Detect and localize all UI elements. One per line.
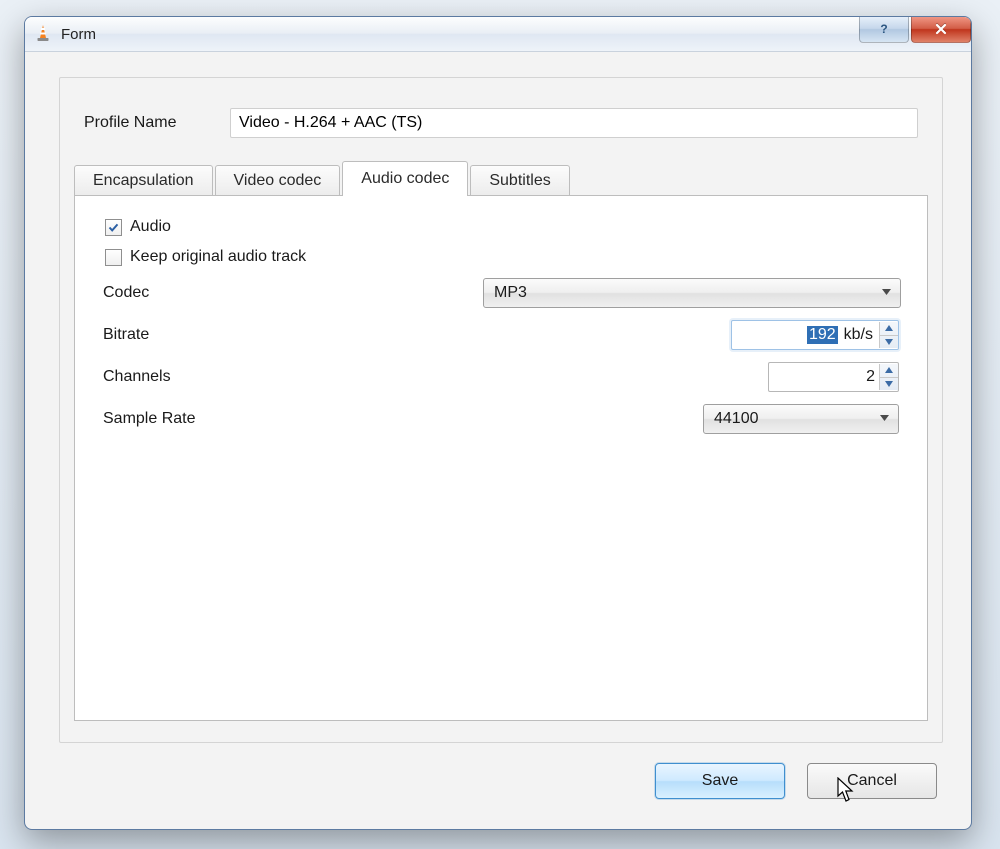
channels-step-up[interactable]	[880, 364, 898, 378]
keep-original-checkbox[interactable]	[105, 249, 122, 266]
save-button[interactable]: Save	[655, 763, 785, 799]
bitrate-unit: kb/s	[842, 326, 879, 344]
bitrate-step-down[interactable]	[880, 336, 898, 349]
profile-name-label: Profile Name	[84, 114, 214, 132]
tab-label: Video codec	[234, 172, 322, 190]
tab-row: Encapsulation Video codec Audio codec Su…	[74, 160, 928, 195]
vlc-cone-icon	[33, 24, 53, 44]
cancel-button[interactable]: Cancel	[807, 763, 937, 799]
bitrate-spinner[interactable]: 192 kb/s	[731, 320, 899, 350]
title-bar: Form ?	[25, 17, 971, 52]
sample-rate-dropdown[interactable]: 44100	[703, 404, 899, 434]
channels-label: Channels	[103, 368, 483, 386]
audio-enable-label: Audio	[130, 218, 171, 236]
codec-dropdown-value: MP3	[494, 284, 527, 302]
help-button[interactable]: ?	[859, 16, 909, 43]
chevron-down-icon	[879, 410, 890, 428]
tab-control: Encapsulation Video codec Audio codec Su…	[74, 160, 928, 721]
tab-label: Audio codec	[361, 170, 449, 188]
cancel-button-label: Cancel	[847, 772, 897, 790]
close-button[interactable]	[911, 16, 971, 43]
tab-label: Subtitles	[489, 172, 550, 190]
form-dialog-window: Form ? Profile Name Encapsulation	[24, 16, 972, 830]
tab-label: Encapsulation	[93, 172, 194, 190]
audio-enable-checkbox[interactable]	[105, 219, 122, 236]
sample-rate-value: 44100	[714, 410, 759, 428]
codec-label: Codec	[103, 284, 483, 302]
window-title: Form	[61, 26, 96, 43]
save-button-label: Save	[702, 772, 738, 790]
tab-audio-codec[interactable]: Audio codec	[342, 161, 468, 196]
client-area: Profile Name Encapsulation Video codec A…	[33, 57, 963, 821]
chevron-down-icon	[881, 284, 892, 302]
tab-video-codec[interactable]: Video codec	[215, 165, 341, 196]
tab-encapsulation[interactable]: Encapsulation	[74, 165, 213, 196]
keep-original-row: Keep original audio track	[105, 248, 903, 266]
tab-subtitles[interactable]: Subtitles	[470, 165, 569, 196]
audio-enable-row: Audio	[105, 218, 903, 236]
bitrate-label: Bitrate	[103, 326, 483, 344]
codec-row: Codec MP3	[103, 278, 899, 308]
profile-name-row: Profile Name	[62, 102, 940, 160]
bitrate-row: Bitrate 192 kb/s	[103, 320, 899, 350]
svg-text:?: ?	[880, 22, 887, 36]
channels-value: 2	[866, 368, 875, 386]
channels-row: Channels 2	[103, 362, 899, 392]
profile-name-input[interactable]	[230, 108, 918, 138]
bitrate-step-buttons[interactable]	[879, 322, 898, 348]
dialog-footer: Save Cancel	[655, 763, 937, 799]
content-frame: Profile Name Encapsulation Video codec A…	[59, 77, 943, 743]
window-caption-buttons: ?	[857, 16, 971, 42]
codec-dropdown[interactable]: MP3	[483, 278, 901, 308]
sample-rate-label: Sample Rate	[103, 410, 483, 428]
bitrate-step-up[interactable]	[880, 322, 898, 336]
channels-step-buttons[interactable]	[879, 364, 898, 390]
channels-spinner[interactable]: 2	[768, 362, 899, 392]
bitrate-value: 192	[807, 326, 838, 344]
sample-rate-row: Sample Rate 44100	[103, 404, 899, 434]
keep-original-label: Keep original audio track	[130, 248, 306, 266]
tab-panel-audio-codec: Audio Keep original audio track Codec MP…	[74, 195, 928, 721]
channels-step-down[interactable]	[880, 378, 898, 391]
